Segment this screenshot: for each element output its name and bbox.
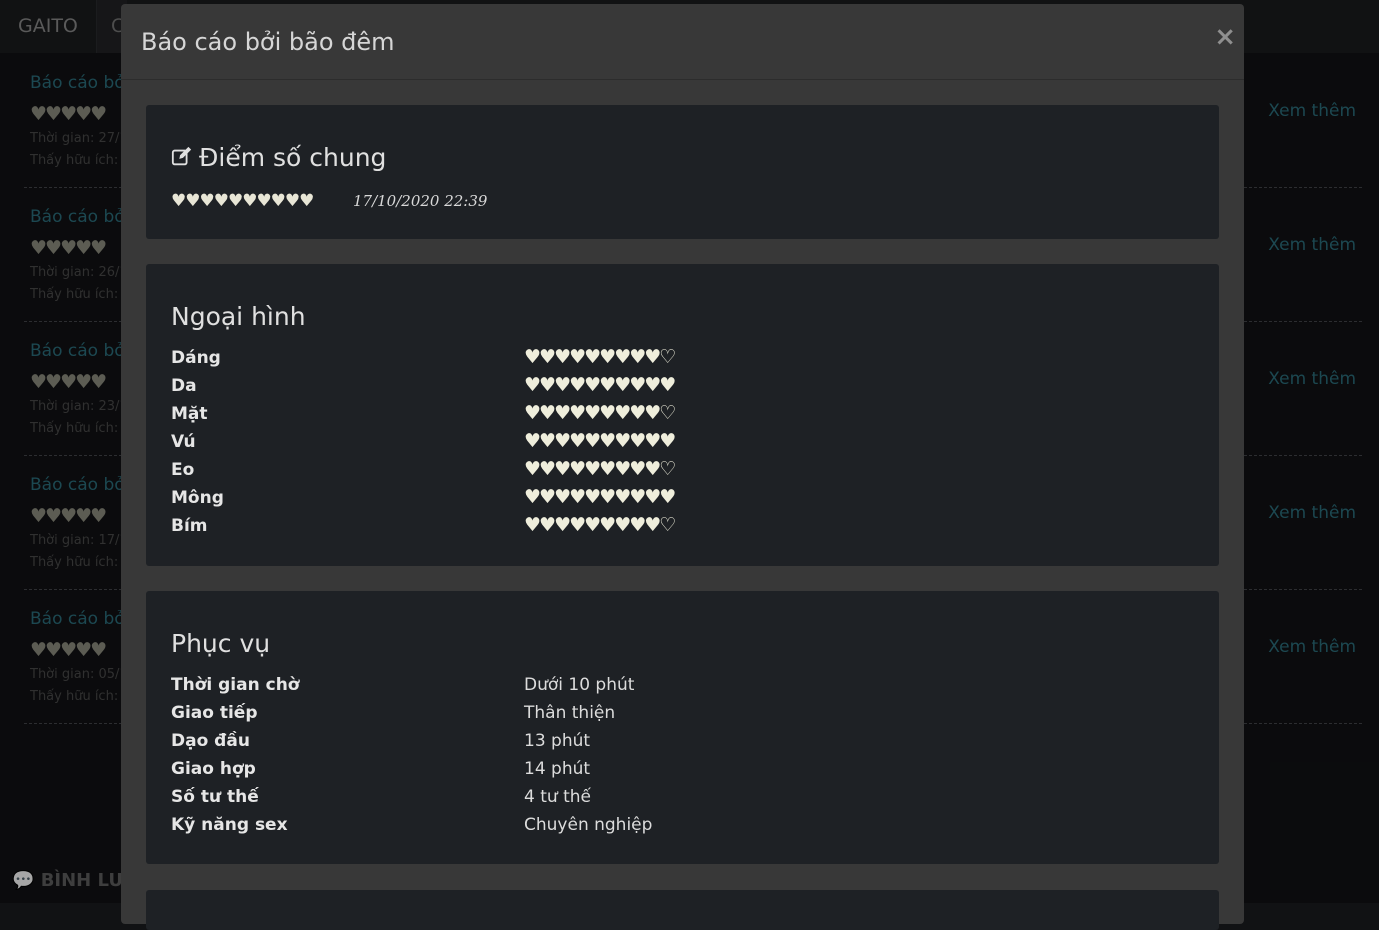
row-label: Dạo đầu xyxy=(171,731,250,751)
row-label: Mặt xyxy=(171,404,208,424)
row-value: Chuyên nghiệp xyxy=(524,815,653,835)
modal-title: Báo cáo bởi bão đêm xyxy=(141,28,395,56)
service-card: Phục vụ Thời gian chờ Dưới 10 phút Giao … xyxy=(146,591,1219,864)
row-label: Thời gian chờ xyxy=(171,675,300,695)
row-value: 4 tư thế xyxy=(524,787,591,807)
row-value: 14 phút xyxy=(524,759,591,779)
appearance-row: Dáng ♥♥♥♥♥♥♥♥♥♡ xyxy=(171,346,1171,376)
next-section-card xyxy=(146,890,1219,930)
appearance-row: Da ♥♥♥♥♥♥♥♥♥♥ xyxy=(171,374,1171,404)
row-label: Da xyxy=(171,376,197,396)
edit-icon xyxy=(171,146,192,166)
appearance-title: Ngoại hình xyxy=(171,302,306,331)
appearance-row: Eo ♥♥♥♥♥♥♥♥♥♡ xyxy=(171,458,1171,488)
rating-hearts: ♥♥♥♥♥♥♥♥♥♡ xyxy=(524,458,676,480)
overall-score-card: Điểm số chung ♥♥♥♥♥♥♥♥♥♥ 17/10/2020 22:3… xyxy=(146,105,1219,239)
rating-hearts: ♥♥♥♥♥♥♥♥♥♥ xyxy=(524,486,676,508)
row-label: Dáng xyxy=(171,348,221,368)
overall-score-title: Điểm số chung xyxy=(171,143,386,172)
appearance-row: Mông ♥♥♥♥♥♥♥♥♥♥ xyxy=(171,486,1171,516)
row-value: 13 phút xyxy=(524,731,591,751)
close-button[interactable]: × xyxy=(1214,22,1236,52)
service-row: Dạo đầu 13 phút xyxy=(171,731,1171,759)
service-title: Phục vụ xyxy=(171,629,271,658)
report-modal: Báo cáo bởi bão đêm × Điểm số chung ♥♥♥♥… xyxy=(121,4,1244,930)
overall-rating-hearts: ♥♥♥♥♥♥♥♥♥♥ xyxy=(171,191,314,211)
rating-hearts: ♥♥♥♥♥♥♥♥♥♡ xyxy=(524,346,676,368)
service-row: Giao hợp 14 phút xyxy=(171,759,1171,787)
row-label: Eo xyxy=(171,460,195,480)
appearance-row: Bím ♥♥♥♥♥♥♥♥♥♡ xyxy=(171,514,1171,544)
service-row: Kỹ năng sex Chuyên nghiệp xyxy=(171,815,1171,843)
appearance-card: Ngoại hình Dáng ♥♥♥♥♥♥♥♥♥♡ Da ♥♥♥♥♥♥♥♥♥♥… xyxy=(146,264,1219,566)
appearance-row: Vú ♥♥♥♥♥♥♥♥♥♥ xyxy=(171,430,1171,460)
rating-hearts: ♥♥♥♥♥♥♥♥♥♡ xyxy=(524,514,676,536)
appearance-row: Mặt ♥♥♥♥♥♥♥♥♥♡ xyxy=(171,402,1171,432)
row-label: Kỹ năng sex xyxy=(171,815,288,835)
modal-header: Báo cáo bởi bão đêm × xyxy=(121,4,1244,80)
row-value: Dưới 10 phút xyxy=(524,675,635,695)
rating-hearts: ♥♥♥♥♥♥♥♥♥♡ xyxy=(524,402,676,424)
service-row: Số tư thế 4 tư thế xyxy=(171,787,1171,815)
row-label: Mông xyxy=(171,488,224,508)
row-value: Thân thiện xyxy=(524,703,616,723)
row-label: Giao tiếp xyxy=(171,703,258,723)
row-label: Vú xyxy=(171,432,196,452)
report-date: 17/10/2020 22:39 xyxy=(353,192,488,210)
rating-hearts: ♥♥♥♥♥♥♥♥♥♥ xyxy=(524,374,676,396)
service-row: Giao tiếp Thân thiện xyxy=(171,703,1171,731)
row-label: Số tư thế xyxy=(171,787,259,807)
rating-hearts: ♥♥♥♥♥♥♥♥♥♥ xyxy=(524,430,676,452)
service-row: Thời gian chờ Dưới 10 phút xyxy=(171,675,1171,703)
row-label: Giao hợp xyxy=(171,759,256,779)
row-label: Bím xyxy=(171,516,208,536)
